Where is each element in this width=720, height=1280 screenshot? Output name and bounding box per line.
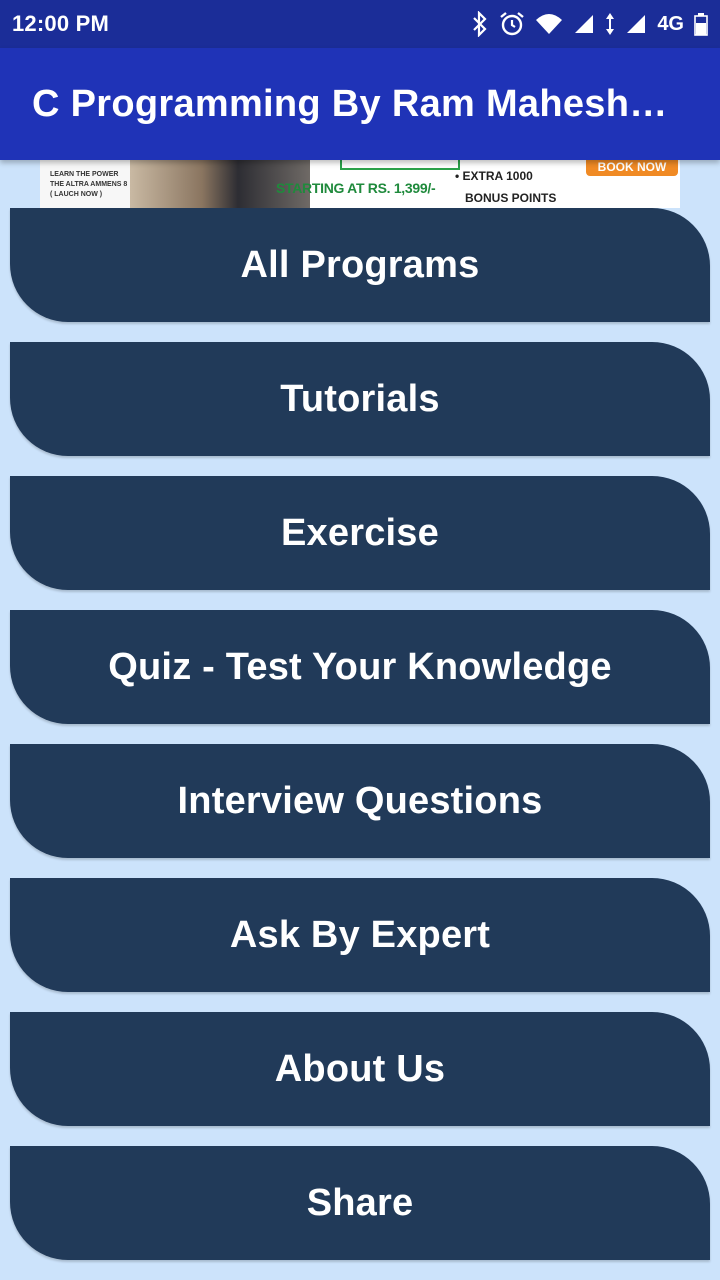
bluetooth-icon bbox=[473, 11, 487, 37]
ad-logo bbox=[340, 160, 460, 170]
ad-left-text: LEARN THE POWER THE ALTRA AMMENS 8 ( LAU… bbox=[40, 160, 130, 208]
ad-banner[interactable]: LEARN THE POWER THE ALTRA AMMENS 8 ( LAU… bbox=[40, 160, 680, 208]
network-type: 4G bbox=[657, 12, 684, 35]
signal-icon bbox=[627, 15, 646, 33]
tutorials-button[interactable]: Tutorials bbox=[10, 342, 710, 456]
ad-starting-price: STARTING AT RS. 1,399/- bbox=[276, 180, 436, 196]
data-arrows-icon bbox=[606, 13, 615, 35]
exercise-button[interactable]: Exercise bbox=[10, 476, 710, 590]
battery-icon bbox=[694, 13, 708, 36]
main-menu: All Programs Tutorials Exercise Quiz - T… bbox=[10, 208, 710, 1280]
app-bar: C Programming By Ram Maheshwari bbox=[0, 48, 720, 160]
status-icons: 4G bbox=[471, 11, 708, 37]
ad-extra-line1: • EXTRA 1000 bbox=[455, 169, 533, 183]
signal-icon bbox=[575, 15, 594, 33]
quiz-button[interactable]: Quiz - Test Your Knowledge bbox=[10, 610, 710, 724]
ad-extra-line2: BONUS POINTS bbox=[465, 191, 557, 205]
status-bar: 12:00 PM 4G bbox=[0, 0, 720, 48]
alarm-icon bbox=[500, 12, 525, 36]
status-time: 12:00 PM bbox=[12, 11, 109, 36]
all-programs-button[interactable]: All Programs bbox=[10, 208, 710, 322]
ad-book-now-button[interactable]: BOOK NOW bbox=[586, 160, 678, 176]
wifi-icon bbox=[536, 14, 563, 34]
about-us-button[interactable]: About Us bbox=[10, 1012, 710, 1126]
share-button[interactable]: Share bbox=[10, 1146, 710, 1260]
interview-questions-button[interactable]: Interview Questions bbox=[10, 744, 710, 858]
ask-by-expert-button[interactable]: Ask By Expert bbox=[10, 878, 710, 992]
app-title: C Programming By Ram Maheshwari bbox=[32, 82, 680, 125]
ad-extra-text: • EXTRA 1000 BONUS POINTS bbox=[455, 165, 556, 208]
